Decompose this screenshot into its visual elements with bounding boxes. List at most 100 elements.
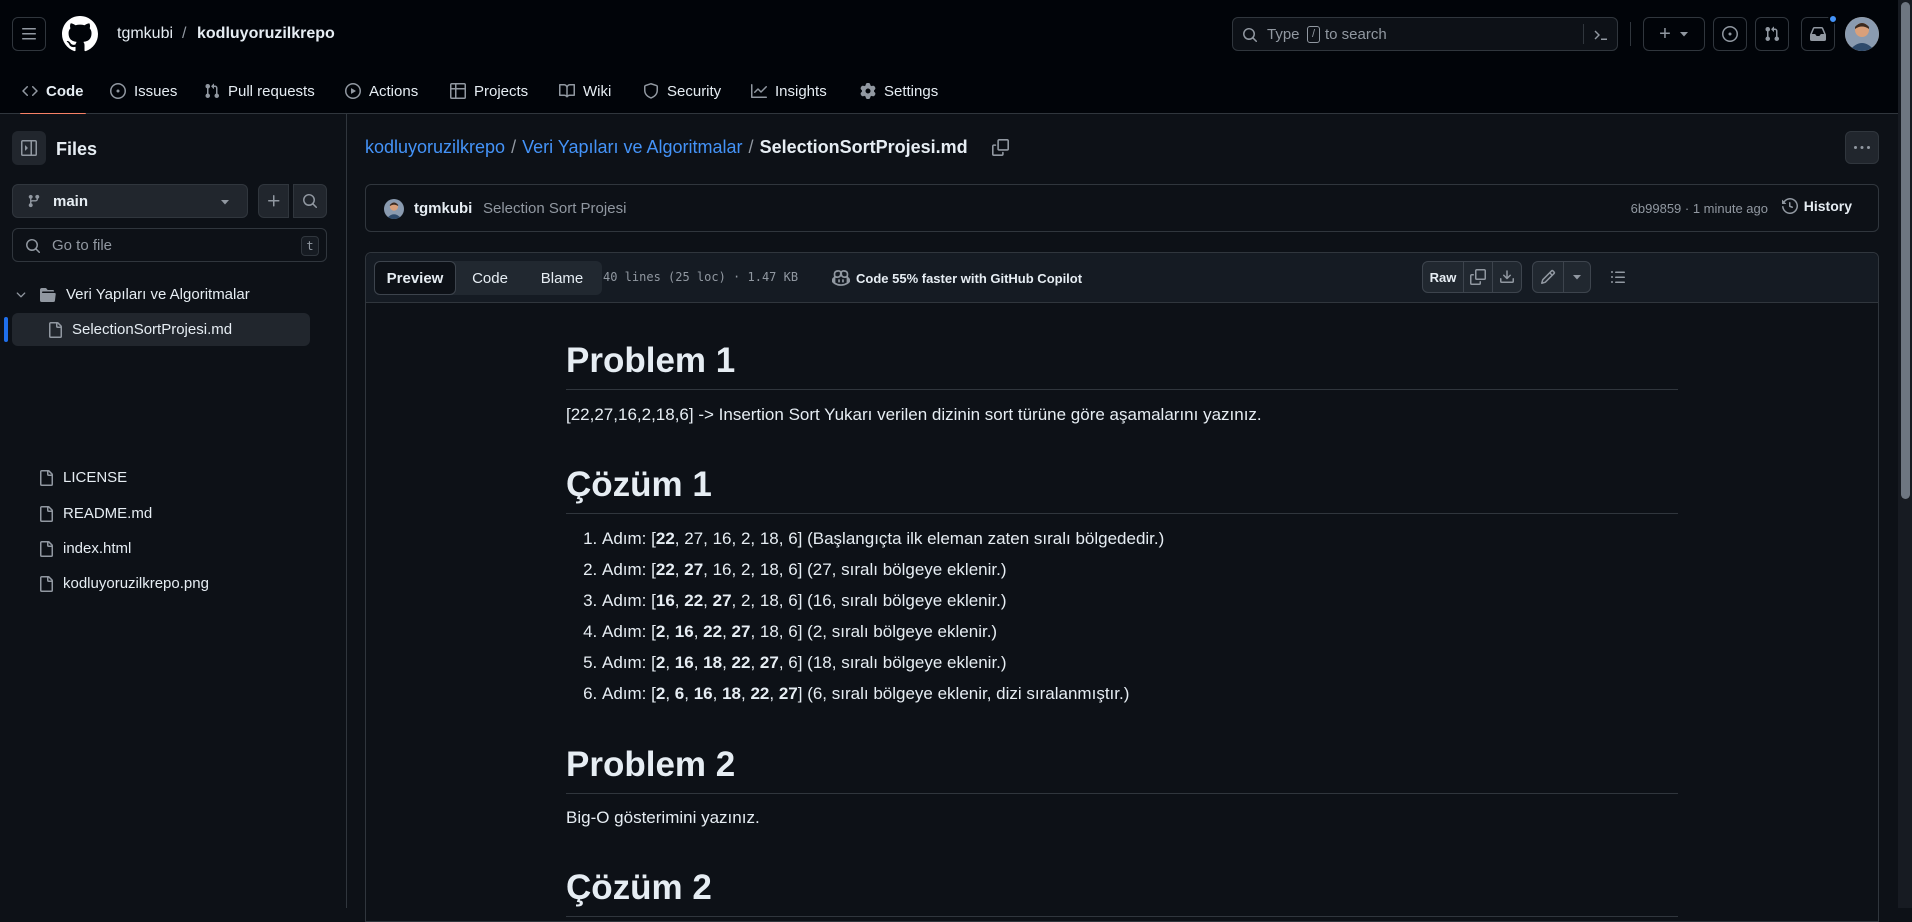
edit-file-button[interactable] (1532, 261, 1564, 293)
download-button[interactable] (1492, 261, 1522, 293)
tab-code[interactable]: Code (458, 261, 522, 295)
create-new-button[interactable]: + (1643, 17, 1705, 51)
tab-preview[interactable]: Preview (374, 261, 456, 295)
tree-file-readme[interactable]: README.md (12, 497, 310, 530)
owner-link[interactable]: tgmkubi (117, 25, 173, 43)
selected-item-marker (4, 317, 8, 342)
raw-button[interactable]: Raw (1422, 261, 1464, 293)
tab-projects-label: Projects (474, 82, 529, 100)
file-box: Preview Code Blame 40 lines (25 loc) · 1… (365, 252, 1879, 922)
edit-options-button[interactable] (1563, 261, 1591, 293)
history-icon (1781, 198, 1798, 214)
copy-path-icon[interactable] (991, 139, 1009, 156)
breadcrumb-repo-link[interactable]: kodluyoruzilkrepo (365, 137, 505, 158)
search-icon (1243, 28, 1258, 43)
tab-code[interactable]: Code (12, 68, 94, 115)
command-palette-icon[interactable] (1593, 27, 1609, 43)
issues-button[interactable] (1713, 17, 1747, 51)
tree-file-selectionsortprojesi[interactable]: SelectionSortProjesi.md (12, 313, 310, 346)
search-files-button[interactable] (293, 184, 327, 218)
branch-selector[interactable]: main (12, 184, 248, 218)
sorted-value: 16 (693, 684, 713, 703)
tab-pull-requests-label: Pull requests (228, 82, 315, 100)
collapse-sidebar-button[interactable] (12, 131, 46, 165)
sorted-value: 27 (759, 653, 779, 672)
go-to-file-placeholder: Go to file (52, 237, 113, 254)
heading-cozum-2: Çözüm 2 (566, 868, 1678, 917)
tab-blame[interactable]: Blame (524, 261, 600, 295)
tab-preview-label: Preview (386, 269, 444, 287)
play-icon (345, 83, 361, 99)
paragraph-problem-2: Big-O gösterimini yazınız. (566, 808, 760, 827)
git-pull-request-icon (1765, 26, 1780, 42)
tab-wiki[interactable]: Wiki (549, 68, 621, 114)
tab-security[interactable]: Security (633, 68, 731, 114)
search-placeholder-suffix: to search (1325, 26, 1387, 43)
tree-file-png[interactable]: kodluyoruzilkrepo.png (12, 567, 310, 600)
tab-insights[interactable]: Insights (741, 68, 837, 114)
history-button[interactable]: History (1781, 198, 1852, 214)
sidebar-title: Files (56, 139, 98, 159)
view-segmented-control: Preview Code Blame (374, 261, 602, 295)
list-item: Adım: [22, 27, 16, 2, 18, 6] (Başlangıçt… (602, 523, 1678, 554)
menu-button[interactable] (12, 17, 46, 51)
tab-insights-label: Insights (775, 82, 827, 100)
commit-meta[interactable]: 6b99859 · 1 minute ago (1631, 201, 1768, 216)
go-to-file-input[interactable]: Go to file t (12, 228, 327, 262)
sorted-value: 22 (684, 591, 704, 610)
tree-folder-veri-yapilari[interactable]: Veri Yapıları ve Algoritmalar (12, 278, 310, 311)
sorted-value: 18 (703, 653, 723, 672)
github-logo-icon[interactable] (62, 16, 98, 52)
repo-link[interactable]: kodluyoruzilkrepo (197, 25, 335, 43)
page-scrollbar[interactable] (1898, 0, 1912, 908)
latest-commit-bar: tgmkubi Selection Sort Projesi 6b99859 ·… (365, 184, 1879, 232)
sorted-value: 16 (674, 622, 694, 641)
add-file-button[interactable] (258, 184, 289, 218)
caret-down-icon (221, 200, 229, 205)
copilot-promo[interactable]: Code 55% faster with GitHub Copilot (832, 269, 1082, 287)
steps-list: Adım: [22, 27, 16, 2, 18, 6] (Başlangıçt… (566, 523, 1678, 709)
tab-issues[interactable]: Issues (100, 68, 187, 114)
commit-message[interactable]: Selection Sort Projesi (483, 200, 626, 217)
tab-settings[interactable]: Settings (850, 68, 948, 114)
tab-projects[interactable]: Projects (440, 68, 538, 114)
avatar[interactable] (384, 199, 404, 219)
list-item: Adım: [2, 16, 18, 22, 27, 6] (18, sıralı… (602, 647, 1678, 678)
tab-actions[interactable]: Actions (335, 68, 428, 114)
sorted-value: 27 (684, 560, 704, 579)
global-header: tgmkubi / kodluyoruzilkrepo Type / to se… (0, 0, 1898, 68)
more-options-button[interactable] (1845, 131, 1879, 164)
commit-author[interactable]: tgmkubi (414, 200, 472, 217)
sorted-value: 27 (712, 591, 732, 610)
tree-file-index[interactable]: index.html (12, 532, 310, 565)
outline-button[interactable] (1602, 261, 1634, 293)
copilot-label: Code 55% faster with GitHub Copilot (856, 270, 1083, 286)
sorted-value: 6 (674, 684, 685, 703)
tree-item-label: LICENSE (63, 469, 128, 486)
repo-navigation: Code Issues Pull requests Actions Projec… (0, 68, 1898, 115)
file-icon (40, 505, 53, 522)
book-icon (559, 83, 575, 98)
breadcrumb: kodluyoruzilkrepo / Veri Yapıları ve Alg… (365, 137, 1009, 158)
tree-item-label: kodluyoruzilkrepo.png (63, 575, 209, 592)
tree-item-label: SelectionSortProjesi.md (72, 321, 233, 338)
search-input[interactable]: Type / to search (1232, 17, 1618, 51)
code-icon (22, 85, 38, 97)
graph-icon (751, 84, 767, 98)
table-icon (450, 83, 466, 99)
heading-problem-2: Problem 2 (566, 745, 1678, 794)
avatar[interactable] (1845, 17, 1879, 51)
sorted-value: 22 (731, 653, 751, 672)
copy-icon (1470, 269, 1486, 285)
tab-pull-requests[interactable]: Pull requests (194, 68, 325, 114)
sorted-value: 22 (655, 529, 675, 548)
pull-requests-button[interactable] (1755, 17, 1789, 51)
scrollbar-thumb[interactable] (1901, 2, 1910, 499)
tree-file-license[interactable]: LICENSE (12, 461, 310, 494)
tab-issues-label: Issues (134, 82, 178, 100)
breadcrumb-folder-link[interactable]: Veri Yapıları ve Algoritmalar (522, 137, 742, 158)
list-unordered-icon (1611, 271, 1625, 283)
copy-raw-button[interactable] (1463, 261, 1493, 293)
sorted-value: 2 (655, 684, 666, 703)
tab-settings-label: Settings (884, 82, 939, 100)
